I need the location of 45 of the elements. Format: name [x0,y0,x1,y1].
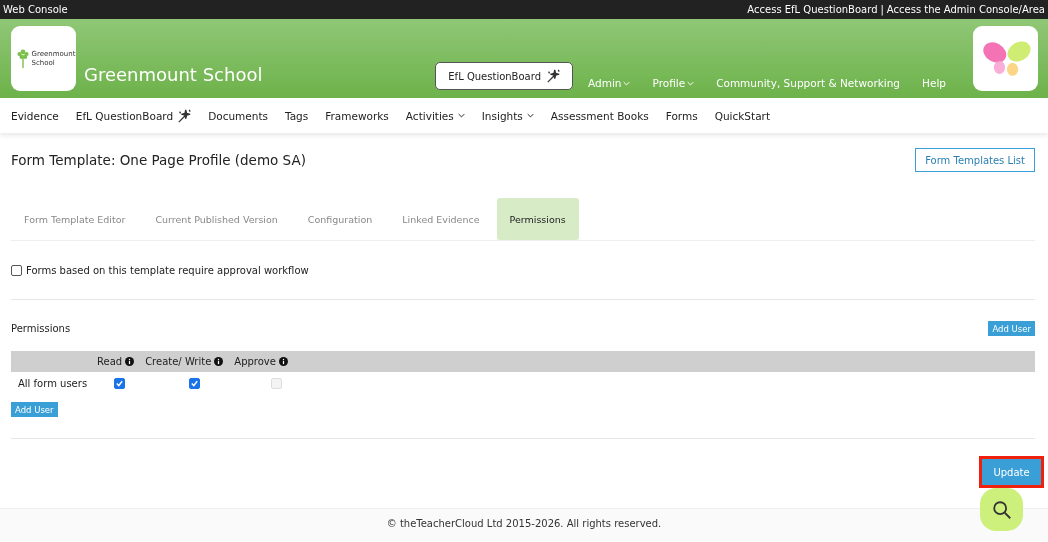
info-icon[interactable] [214,357,224,366]
copyright-text: © theTeacherCloud Ltd 2015-2026. All rights reserved. [386,518,662,531]
caret-icon [457,113,465,118]
tab[interactable]: Current Published Version [142,198,291,240]
permission-checkbox[interactable] [188,377,200,389]
column-header: Read [97,356,123,367]
nav-item[interactable]: Documents [208,109,268,122]
permission-checkbox[interactable] [114,377,125,389]
approval-checkbox[interactable] [11,265,22,276]
nav-item[interactable]: Tags [285,109,309,122]
questionboard-button[interactable]: EfL QuestionBoard [435,62,573,90]
top-link[interactable]: Access the Admin Console/Area [886,4,1045,15]
search-icon [990,498,1013,521]
nav-item[interactable]: Forms [665,109,698,122]
nav-item[interactable]: EfL QuestionBoard [75,108,192,123]
row-label: All form users [17,377,89,389]
nav-item[interactable]: Activities [405,109,465,122]
column-header: Approve [234,356,276,367]
approval-label: Forms based on this template require approval workflow [26,265,309,276]
section-title: Permissions [11,323,71,334]
top-link[interactable]: Access EfL QuestionBoard [747,4,878,15]
magic-wand-icon [546,69,560,83]
nav-item[interactable]: Assessment Books [550,109,649,122]
tab[interactable]: Permissions [496,198,579,240]
form-templates-list-button[interactable]: Form Templates List [915,148,1035,172]
nav-item[interactable]: Evidence [11,109,59,122]
magic-wand-icon [177,108,192,123]
search-button[interactable] [980,488,1023,531]
tab[interactable]: Configuration [294,198,386,240]
school-name: Greenmount School [84,64,263,85]
column-header: Create/ Write [145,356,212,367]
nav-item[interactable]: Insights [481,109,534,122]
nav-item[interactable]: Frameworks [325,109,389,122]
page-title: Form Template: One Page Profile (demo SA) [11,152,306,168]
nav-item[interactable]: QuickStart [714,109,770,122]
tab[interactable]: Linked Evidence [389,198,493,240]
console-title: Web Console [3,4,68,15]
caret-icon [687,80,695,86]
caret-icon [623,80,631,86]
tab[interactable]: Form Template Editor [11,198,139,240]
caret-icon [526,113,534,118]
butterfly-logo[interactable] [973,26,1038,91]
separator: | [880,4,884,15]
info-icon[interactable] [125,357,135,366]
info-icon[interactable] [278,357,288,366]
